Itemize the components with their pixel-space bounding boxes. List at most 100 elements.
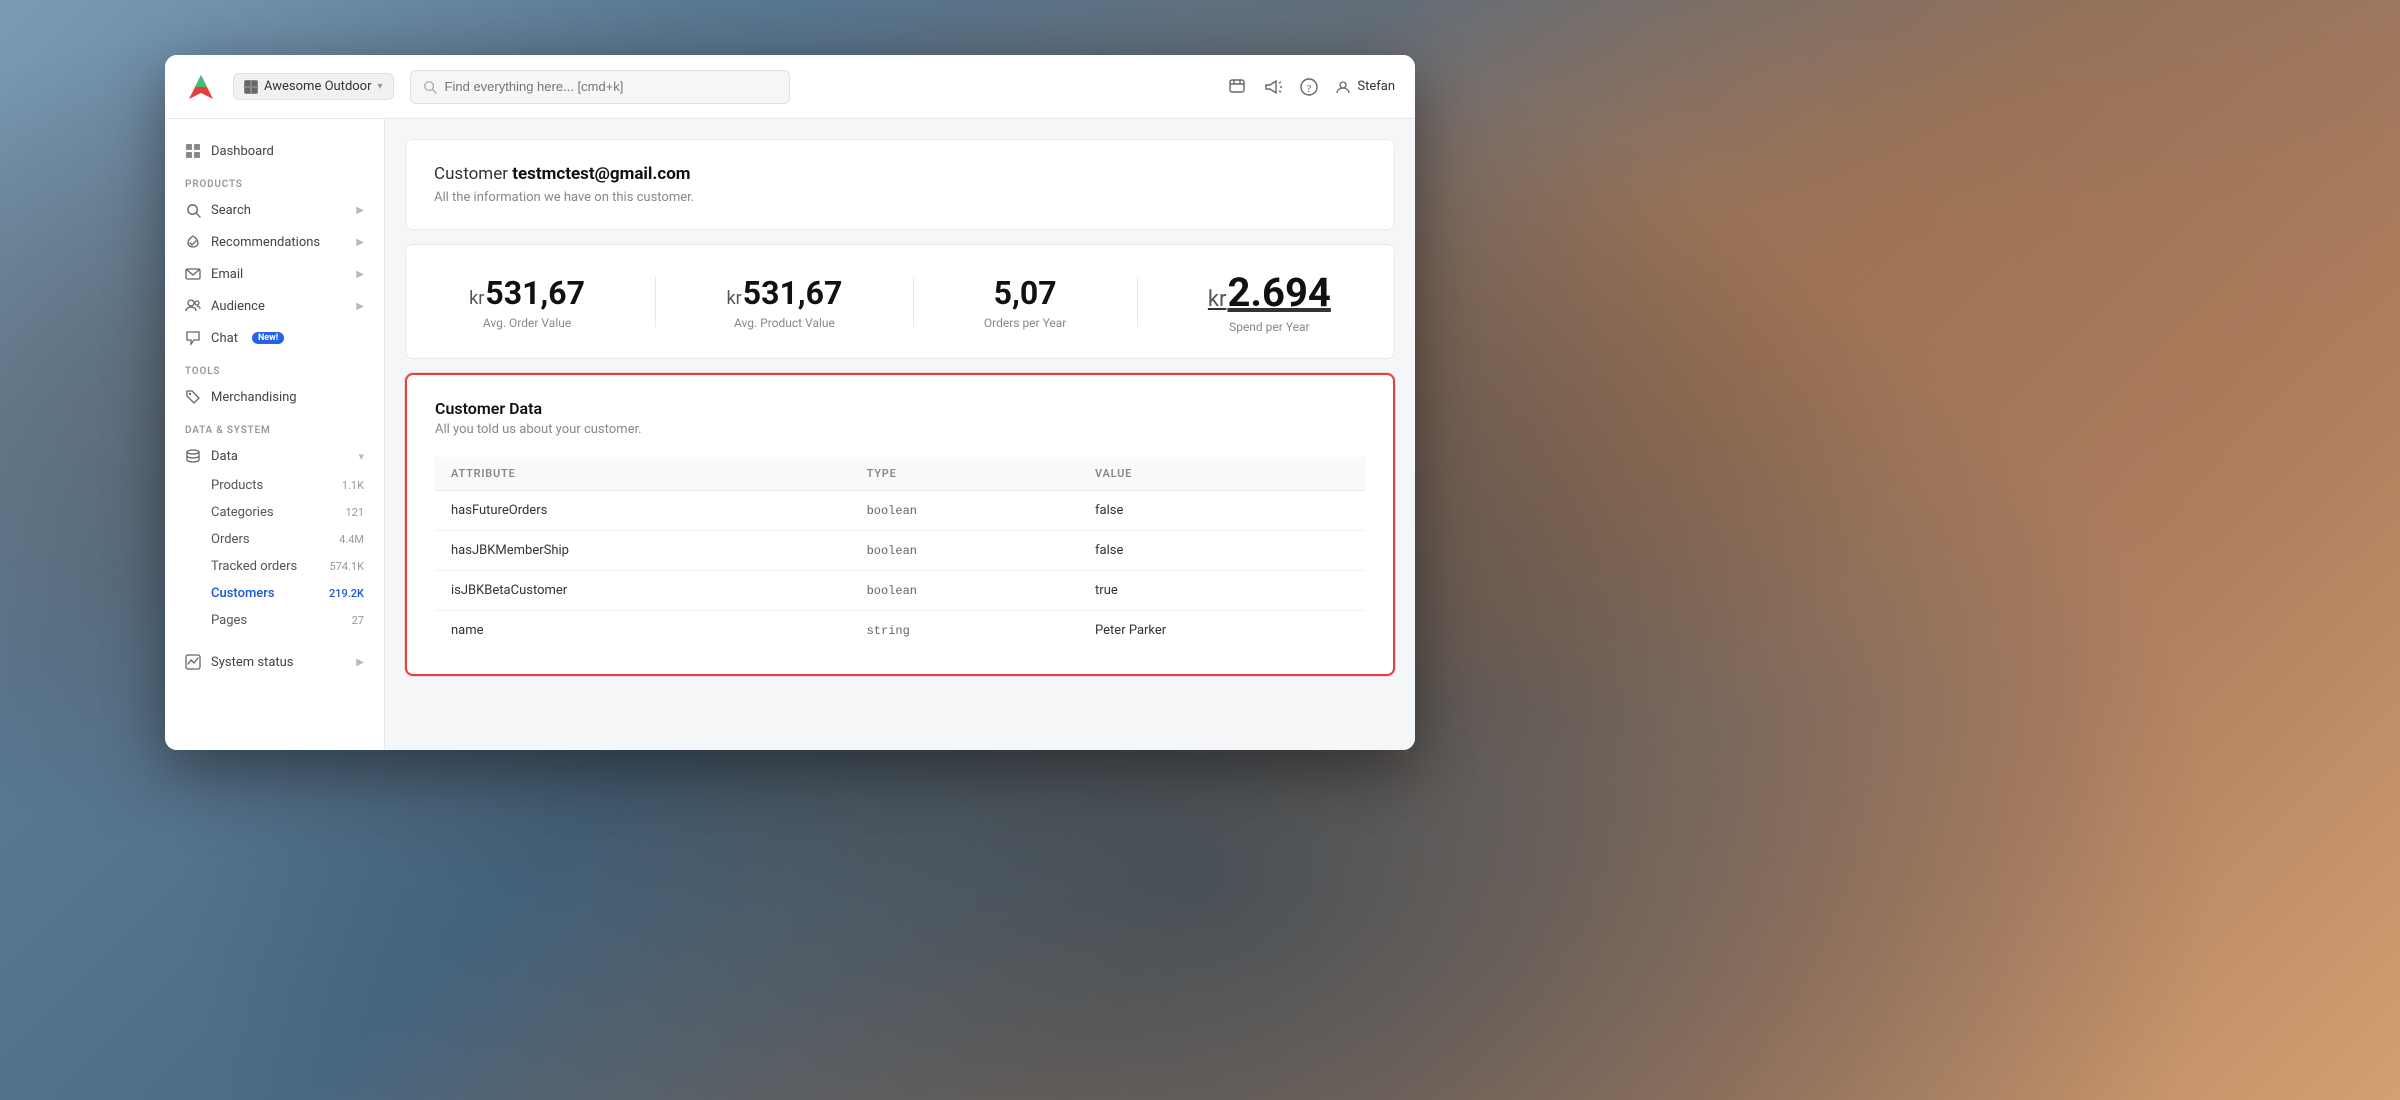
- stat-divider-1: [655, 277, 656, 327]
- recommendations-arrow-icon: ▶: [356, 237, 364, 248]
- sidebar-item-dashboard[interactable]: Dashboard: [165, 135, 384, 167]
- stat-spend-per-year-label: Spend per Year: [1208, 320, 1331, 334]
- sub-item-products-count: 1.1K: [342, 479, 364, 492]
- col-type: TYPE: [851, 457, 1079, 491]
- customer-title: Customer testmctest@gmail.com: [434, 164, 1366, 184]
- customer-subtitle: All the information we have on this cust…: [434, 190, 1366, 205]
- dashboard-icon: [185, 143, 201, 159]
- stat-spend-val: 2.694: [1227, 269, 1330, 316]
- stat-avg-product-currency: kr: [726, 288, 741, 309]
- sidebar-sub-item-pages[interactable]: Pages 27: [165, 607, 384, 634]
- megaphone-icon[interactable]: [1263, 77, 1283, 97]
- sidebar-sub-item-products[interactable]: Products 1.1K: [165, 472, 384, 499]
- stat-divider-2: [913, 277, 914, 327]
- cell-value: true: [1079, 571, 1365, 611]
- search-sidebar-icon: [185, 202, 201, 218]
- cell-type: boolean: [851, 491, 1079, 531]
- cell-attribute: isJBKBetaCustomer: [435, 571, 851, 611]
- sidebar-sub-item-tracked-orders[interactable]: Tracked orders 574.1K: [165, 553, 384, 580]
- cell-attribute: hasFutureOrders: [435, 491, 851, 531]
- sidebar: Dashboard PRODUCTS Search ▶: [165, 119, 385, 750]
- stat-spend-currency: kr: [1208, 287, 1227, 312]
- svg-text:?: ?: [1307, 83, 1312, 95]
- notifications-icon[interactable]: [1227, 77, 1247, 97]
- customer-header-card: Customer testmctest@gmail.com All the in…: [405, 139, 1395, 230]
- cell-value: false: [1079, 491, 1365, 531]
- col-attribute: ATTRIBUTE: [435, 457, 851, 491]
- stat-avg-product-val: 531,67: [743, 274, 843, 312]
- sidebar-search-label: Search: [211, 203, 251, 218]
- stat-avg-order-currency: kr: [469, 288, 484, 309]
- workspace-selector[interactable]: Awesome Outdoor ▾: [233, 73, 394, 100]
- sidebar-system-status-label: System status: [211, 655, 294, 670]
- customer-email: testmctest@gmail.com: [512, 164, 690, 184]
- sidebar-item-chat[interactable]: Chat New!: [165, 322, 384, 354]
- cell-type: boolean: [851, 531, 1079, 571]
- stat-orders-per-year: 5,07 Orders per Year: [984, 274, 1067, 330]
- user-icon: [1335, 79, 1351, 95]
- search-arrow-icon: ▶: [356, 205, 364, 216]
- customer-prefix: Customer: [434, 164, 508, 184]
- sidebar-data-label: Data: [211, 449, 238, 464]
- stats-card: kr531,67 Avg. Order Value kr531,67 Avg. …: [405, 244, 1395, 359]
- workspace-icon: [244, 80, 258, 94]
- username: Stefan: [1357, 79, 1395, 94]
- cell-type: string: [851, 611, 1079, 651]
- help-icon[interactable]: ?: [1299, 77, 1319, 97]
- sidebar-item-system-status[interactable]: System status ▶: [165, 646, 384, 678]
- table-header-row: ATTRIBUTE TYPE VALUE: [435, 457, 1365, 491]
- workspace-name: Awesome Outdoor: [264, 79, 372, 94]
- sub-item-categories-label: Categories: [211, 505, 274, 520]
- sidebar-item-data[interactable]: Data ▾: [165, 440, 384, 472]
- workspace-chevron-icon: ▾: [378, 81, 383, 92]
- sidebar-item-audience[interactable]: Audience ▶: [165, 290, 384, 322]
- search-bar[interactable]: [410, 70, 790, 104]
- table-row: name string Peter Parker: [435, 611, 1365, 651]
- cell-value: Peter Parker: [1079, 611, 1365, 651]
- system-status-arrow-icon: ▶: [356, 657, 364, 668]
- cell-type: boolean: [851, 571, 1079, 611]
- chat-new-badge: New!: [252, 332, 284, 344]
- main-content: Customer testmctest@gmail.com All the in…: [385, 119, 1415, 750]
- audience-icon: [185, 298, 201, 314]
- stat-avg-product-label: Avg. Product Value: [726, 316, 842, 330]
- customer-data-table: ATTRIBUTE TYPE VALUE hasFutureOrders boo…: [435, 457, 1365, 650]
- sidebar-item-email[interactable]: Email ▶: [165, 258, 384, 290]
- audience-arrow-icon: ▶: [356, 301, 364, 312]
- data-chevron-icon: ▾: [358, 450, 364, 463]
- sidebar-audience-label: Audience: [211, 299, 265, 314]
- sidebar-sub-item-customers[interactable]: Customers 219.2K: [165, 580, 384, 607]
- user-info[interactable]: Stefan: [1335, 79, 1395, 95]
- sub-item-products-label: Products: [211, 478, 263, 493]
- sub-item-customers-label: Customers: [211, 586, 275, 601]
- stat-avg-order-label: Avg. Order Value: [469, 316, 585, 330]
- table-row: isJBKBetaCustomer boolean true: [435, 571, 1365, 611]
- stat-spend-per-year: kr2.694 Spend per Year: [1208, 269, 1331, 334]
- header-actions: ? Stefan: [1227, 77, 1395, 97]
- search-input[interactable]: [445, 79, 777, 94]
- sidebar-sub-item-categories[interactable]: Categories 121: [165, 499, 384, 526]
- sub-item-pages-count: 27: [352, 614, 364, 627]
- email-arrow-icon: ▶: [356, 269, 364, 280]
- sidebar-section-tools: TOOLS: [165, 354, 384, 381]
- customer-data-title: Customer Data: [435, 399, 1365, 418]
- stat-orders-per-year-number: 5,07: [984, 274, 1067, 312]
- sidebar-item-merchandising[interactable]: Merchandising: [165, 381, 384, 413]
- stat-avg-product-value: kr531,67 Avg. Product Value: [726, 274, 842, 330]
- app-window: Awesome Outdoor ▾: [165, 55, 1415, 750]
- sidebar-section-data: DATA & SYSTEM: [165, 413, 384, 440]
- stat-avg-order-value-number: kr531,67: [469, 274, 585, 312]
- app-header: Awesome Outdoor ▾: [165, 55, 1415, 119]
- sidebar-item-recommendations[interactable]: Recommendations ▶: [165, 226, 384, 258]
- stat-avg-order-value: kr531,67 Avg. Order Value: [469, 274, 585, 330]
- sidebar-item-search[interactable]: Search ▶: [165, 194, 384, 226]
- cell-attribute: hasJBKMemberShip: [435, 531, 851, 571]
- sidebar-recommendations-label: Recommendations: [211, 235, 320, 250]
- stat-orders-per-year-label: Orders per Year: [984, 316, 1067, 330]
- cell-value: false: [1079, 531, 1365, 571]
- sidebar-sub-item-orders[interactable]: Orders 4.4M: [165, 526, 384, 553]
- sub-item-categories-count: 121: [345, 506, 364, 519]
- app-logo: [185, 71, 217, 103]
- table-row: hasFutureOrders boolean false: [435, 491, 1365, 531]
- table-row: hasJBKMemberShip boolean false: [435, 531, 1365, 571]
